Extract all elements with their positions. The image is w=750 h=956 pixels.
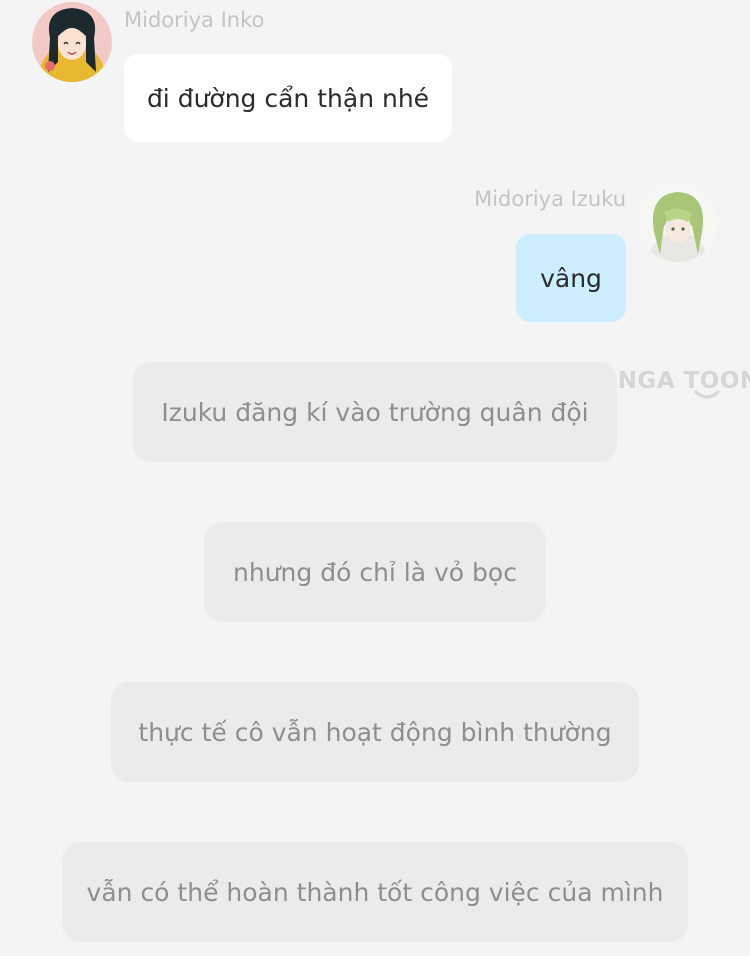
avatar-midoriya-inko[interactable]: [32, 2, 112, 82]
narration-bubble[interactable]: vẫn có thể hoàn thành tốt công việc của …: [62, 842, 688, 942]
narration-bubble[interactable]: nhưng đó chỉ là vỏ bọc: [204, 522, 546, 622]
message-bubble[interactable]: vâng: [516, 234, 626, 322]
avatar-midoriya-izuku[interactable]: [638, 182, 718, 262]
message-bubble[interactable]: đi đường cẩn thận nhé: [124, 54, 452, 142]
avatar-anime-dark-hair-icon: [32, 2, 112, 82]
sender-name: Midoriya Inko: [124, 8, 265, 32]
narration-bubble[interactable]: Izuku đăng kí vào trường quân đội: [133, 362, 617, 462]
smile-icon: [694, 390, 720, 399]
avatar-anime-green-hair-icon: [638, 182, 718, 262]
narration-bubble[interactable]: thực tế cô vẫn hoạt động bình thường: [111, 682, 639, 782]
sender-name: Midoriya Izuku: [474, 187, 626, 211]
